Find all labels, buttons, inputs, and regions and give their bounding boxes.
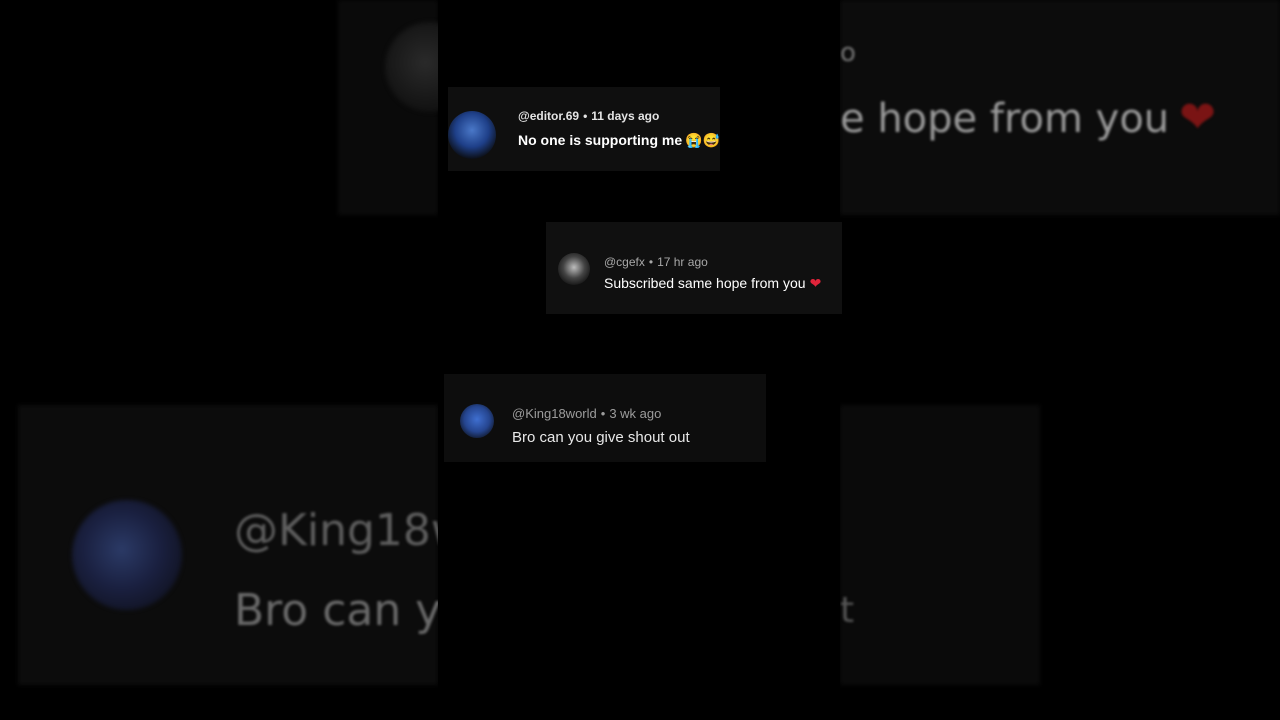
comment-card: @editor.69 • 11 days ago No one is support… (448, 87, 720, 171)
background-echo-text-value: e hope from you (840, 96, 1170, 142)
background-echo-fragment: t (840, 590, 855, 631)
comment-meta: @King18world • 3 wk ago (512, 406, 661, 421)
meta-separator: • (600, 406, 606, 421)
comment-time: 3 wk ago (609, 406, 662, 421)
crying-laughing-emoji-icon: 😭😅 (685, 132, 720, 148)
heart-icon: ❤ (809, 275, 822, 291)
comment-text: Subscribed same hope from you ❤ (604, 275, 821, 292)
background-echo-text: e hope from you ❤ (840, 92, 1216, 143)
meta-separator: • (583, 109, 588, 123)
comment-handle[interactable]: @editor.69 (518, 109, 579, 123)
blue-player-avatar-icon[interactable] (448, 111, 496, 159)
comment-time: 17 hr ago (657, 255, 708, 269)
comment-card: @cgefx • 17 hr ago Subscribed same hope fr… (546, 222, 842, 314)
blue-jersey-avatar-icon[interactable] (460, 404, 494, 438)
comment-body: No one is supporting me (518, 132, 683, 148)
background-echo-handle: @King18w (234, 505, 467, 556)
heart-icon: ❤ (1179, 92, 1217, 143)
comment-meta: @editor.69 • 11 days ago (518, 109, 659, 123)
comment-handle[interactable]: @cgefx (604, 255, 645, 269)
dark-logo-avatar-icon[interactable] (558, 253, 590, 285)
meta-separator: • (648, 255, 654, 269)
background-echo-comment: Bro can y (234, 585, 442, 636)
comment-time: 11 days ago (591, 109, 660, 123)
comment-meta: @cgefx • 17 hr ago (604, 255, 708, 269)
comment-body: Bro can you give shout out (512, 429, 690, 446)
background-echo-fragment: o (840, 38, 856, 68)
comment-text: No one is supporting me 😭😅 (518, 132, 720, 149)
background-avatar-icon (72, 500, 182, 610)
comment-handle[interactable]: @King18world (512, 406, 597, 421)
background-blur-bottom-right (840, 405, 1040, 685)
comment-card: @King18world • 3 wk ago Bro can you give s… (444, 374, 766, 462)
comment-body: Subscribed same hope from you (604, 275, 806, 291)
